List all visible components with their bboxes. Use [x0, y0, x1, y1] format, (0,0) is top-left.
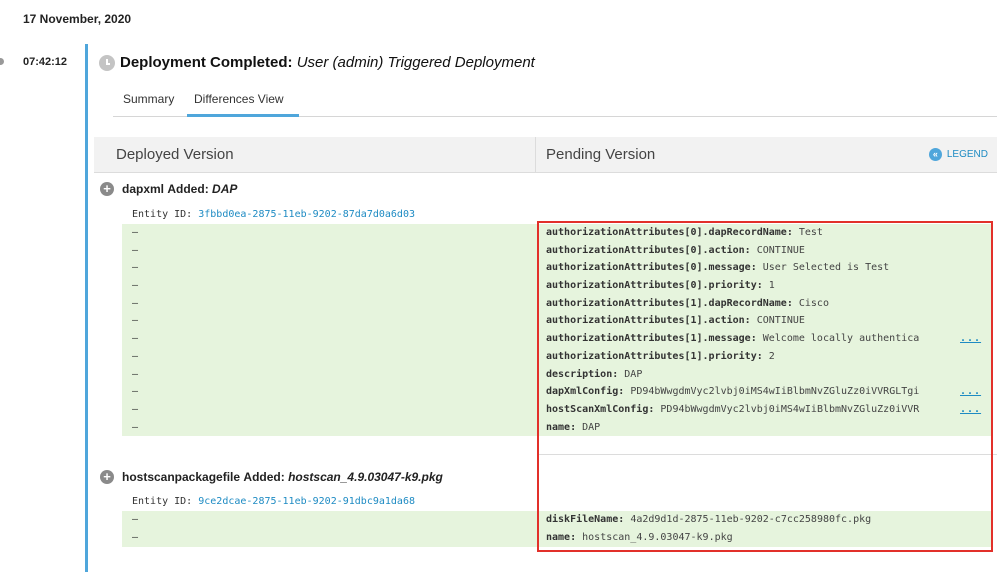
section-type: hostscan_4.9.03047-k9.pkg: [288, 470, 443, 484]
attribute-value: hostscan_4.9.03047-k9.pkg: [582, 531, 733, 543]
diff-row: authorizationAttributes[1].priority: 2: [546, 348, 991, 366]
attribute-key: description:: [546, 368, 619, 380]
diff-row: name: hostscan_4.9.03047-k9.pkg: [546, 529, 991, 547]
deployed-values: – – – – – – – – – – – –: [132, 224, 138, 436]
attribute-key: authorizationAttributes[1].priority:: [546, 350, 763, 362]
section-name: hostscanpackagefile: [122, 470, 241, 484]
expand-value-link[interactable]: ...: [960, 401, 981, 419]
attribute-value: User Selected is Test: [762, 262, 890, 274]
deployment-description: User (admin) Triggered Deployment: [296, 54, 535, 71]
diff-block-hostscanpackagefile: – – diskFileName: 4a2d9d1d-2875-11eb-920…: [122, 511, 991, 547]
legend-label: LEGEND: [946, 149, 988, 160]
expand-value-link[interactable]: ...: [960, 383, 981, 401]
deployed-dash: –: [132, 531, 139, 543]
entity-id-row: Entity ID: 9ce2dcae-2875-11eb-9202-91dbc…: [132, 496, 415, 507]
diff-block-dapxml: – – – – – – – – – – – – authorizationAtt…: [122, 224, 991, 436]
deployed-dash: –: [132, 514, 139, 525]
pending-values: authorizationAttributes[0].dapRecordName…: [546, 224, 991, 436]
attribute-value: 1: [768, 280, 775, 292]
attribute-value: Cisco: [798, 297, 829, 309]
timeline-dot: [0, 58, 4, 65]
attribute-value: 2: [768, 350, 775, 362]
deployed-dash: –: [132, 280, 139, 292]
attribute-value: CONTINUE: [756, 315, 805, 327]
diff-row: authorizationAttributes[1].action: CONTI…: [546, 312, 991, 330]
attribute-key: authorizationAttributes[0].priority:: [546, 280, 763, 292]
entity-id-value: 9ce2dcae-2875-11eb-9202-91dbc9a1da68: [198, 496, 415, 507]
section-added-label: Added:: [243, 470, 285, 484]
plus-circle-icon[interactable]: +: [100, 182, 114, 196]
expand-value-link[interactable]: ...: [960, 330, 981, 348]
diff-row: hostScanXmlConfig: PD94bWwgdmVyc2lvbj0iM…: [546, 401, 991, 419]
section-divider: [537, 454, 997, 455]
attribute-value: CONTINUE: [756, 244, 805, 256]
legend-button[interactable]: « LEGEND: [928, 148, 988, 161]
section-title-dapxml: dapxml Added: DAP: [122, 182, 237, 196]
tab-summary[interactable]: Summary: [123, 92, 174, 114]
attribute-value: Welcome locally authentica: [762, 333, 920, 345]
deployment-title: Deployment Completed: User (admin) Trigg…: [120, 54, 535, 71]
deployed-dash: –: [132, 315, 139, 327]
time-label: 07:42:12: [23, 56, 68, 68]
attribute-key: authorizationAttributes[1].message:: [546, 333, 757, 345]
deployed-dash: –: [132, 297, 139, 309]
clock-icon: [99, 55, 115, 71]
attribute-key: diskFileName:: [546, 514, 625, 525]
diff-row: diskFileName: 4a2d9d1d-2875-11eb-9202-c7…: [546, 511, 991, 529]
pending-version-label: Pending Version: [546, 146, 656, 163]
deployed-version-label: Deployed Version: [116, 146, 234, 163]
version-column-header: Deployed Version Pending Version « LEGEN…: [94, 137, 997, 173]
entity-id-label: Entity ID:: [132, 496, 193, 507]
entity-id-label: Entity ID:: [132, 209, 193, 220]
diff-row: authorizationAttributes[1].dapRecordName…: [546, 295, 991, 313]
tab-differences-view[interactable]: Differences View: [187, 92, 299, 117]
attribute-value: Test: [798, 227, 823, 238]
attribute-key: name:: [546, 421, 577, 433]
attribute-value: 4a2d9d1d-2875-11eb-9202-c7cc258980fc.pkg: [630, 514, 872, 525]
section-added-label: Added:: [167, 182, 209, 196]
attribute-key: authorizationAttributes[0].action:: [546, 244, 751, 256]
deployed-dash: –: [132, 333, 139, 345]
attribute-key: name:: [546, 531, 577, 543]
entity-id-value: 3fbbd0ea-2875-11eb-9202-87da7d0a6d03: [198, 209, 415, 220]
diff-row: authorizationAttributes[0].message: User…: [546, 259, 991, 277]
attribute-value: DAP: [582, 421, 601, 433]
deployed-dash: –: [132, 227, 139, 238]
tab-bar: Summary Differences View: [113, 89, 997, 117]
deployed-dash: –: [132, 262, 139, 274]
deployed-dash: –: [132, 368, 139, 380]
deployment-card: Deployment Completed: User (admin) Trigg…: [85, 44, 997, 572]
attribute-key: authorizationAttributes[1].action:: [546, 315, 751, 327]
attribute-value: DAP: [624, 368, 643, 380]
diff-row: authorizationAttributes[0].priority: 1: [546, 277, 991, 295]
attribute-key: authorizationAttributes[1].dapRecordName…: [546, 297, 793, 309]
attribute-value: PD94bWwgdmVyc2lvbj0iMS4wIiBlbmNvZGluZz0i…: [630, 386, 920, 398]
diff-row: authorizationAttributes[1].message: Welc…: [546, 330, 991, 348]
diff-row: authorizationAttributes[0].action: CONTI…: [546, 242, 991, 260]
deployed-values: – –: [132, 511, 138, 546]
diff-row: authorizationAttributes[0].dapRecordName…: [546, 224, 991, 242]
deployed-dash: –: [132, 421, 139, 433]
section-name: dapxml: [122, 182, 165, 196]
attribute-key: hostScanXmlConfig:: [546, 403, 655, 415]
deployed-dash: –: [132, 244, 139, 256]
section-type: DAP: [212, 182, 238, 196]
deployed-dash: –: [132, 403, 139, 415]
attribute-value: PD94bWwgdmVyc2lvbj0iMS4wIiBlbmNvZGluZz0i…: [660, 403, 920, 415]
diff-row: name: DAP: [546, 419, 991, 437]
deployment-status: Deployment Completed:: [120, 54, 293, 71]
section-title-hostscanpackagefile: hostscanpackagefile Added: hostscan_4.9.…: [122, 470, 443, 484]
pending-values: diskFileName: 4a2d9d1d-2875-11eb-9202-c7…: [546, 511, 991, 546]
deployed-dash: –: [132, 350, 139, 362]
entity-id-row: Entity ID: 3fbbd0ea-2875-11eb-9202-87da7…: [132, 209, 415, 220]
attribute-key: authorizationAttributes[0].dapRecordName…: [546, 227, 793, 238]
double-chevron-left-icon: «: [928, 148, 942, 161]
diff-row: dapXmlConfig: PD94bWwgdmVyc2lvbj0iMS4wIi…: [546, 383, 991, 401]
attribute-key: dapXmlConfig:: [546, 386, 625, 398]
date-header: 17 November, 2020: [23, 12, 132, 26]
diff-row: description: DAP: [546, 366, 991, 384]
attribute-key: authorizationAttributes[0].message:: [546, 262, 757, 274]
plus-circle-icon[interactable]: +: [100, 470, 114, 484]
deployed-dash: –: [132, 386, 139, 398]
